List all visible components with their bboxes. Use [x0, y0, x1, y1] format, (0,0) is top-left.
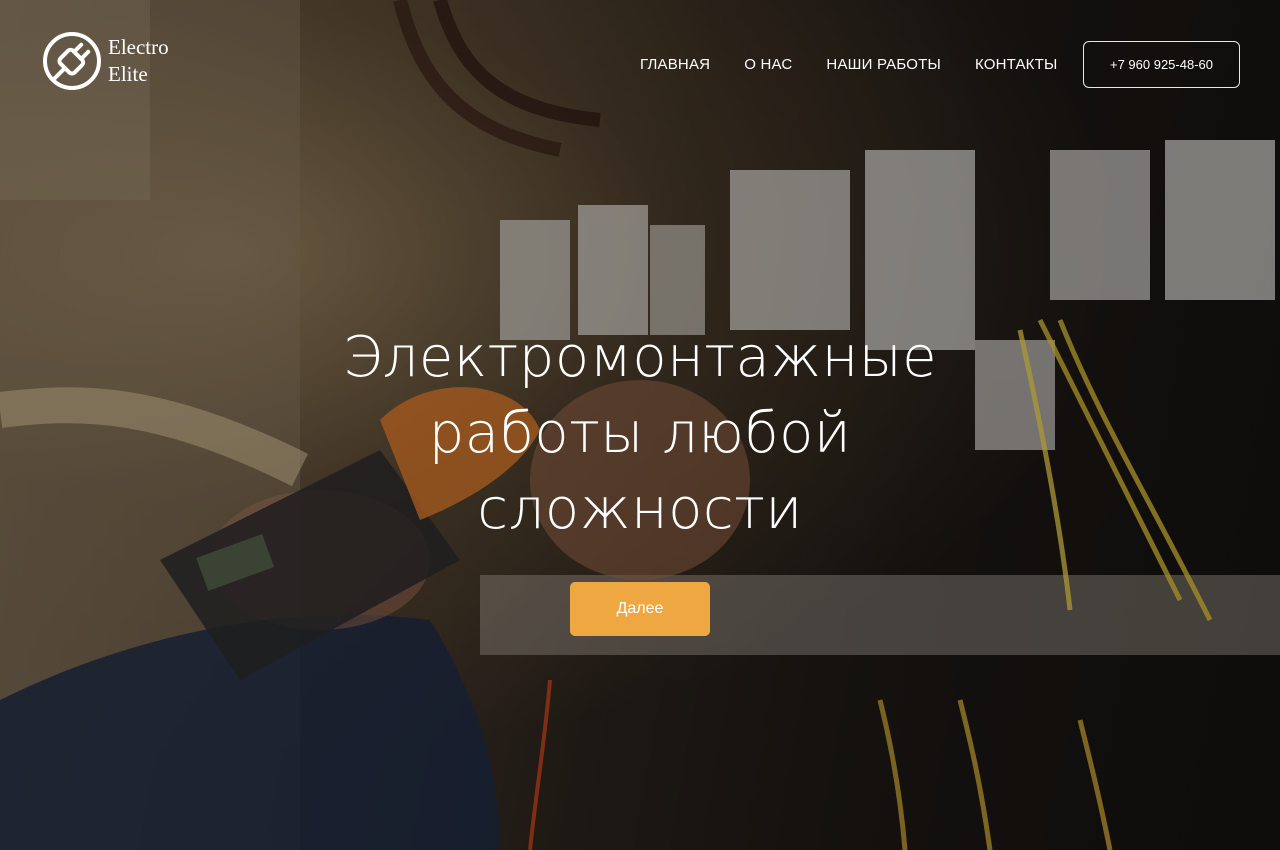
hero-title: Электромонтажные работы любой сложности — [0, 320, 1280, 548]
hero-title-line-3: сложности — [477, 477, 803, 542]
nav-item-works[interactable]: НАШИ РАБОТЫ — [826, 56, 941, 73]
plug-icon — [43, 32, 101, 90]
nav-item-contacts[interactable]: КОНТАКТЫ — [975, 56, 1058, 73]
brand-line-1: Electro — [108, 35, 169, 59]
brand-line-2: Elite — [108, 62, 148, 86]
nav-item-home[interactable]: ГЛАВНАЯ — [640, 56, 710, 73]
next-button[interactable]: Далее — [570, 582, 710, 636]
hero-title-line-2: работы любой — [428, 401, 852, 466]
hero-section: Electro Elite ГЛАВНАЯ О НАС НАШИ РАБОТЫ … — [0, 0, 1280, 850]
hero-title-line-1: Электромонтажные — [342, 325, 938, 390]
brand-logo[interactable]: Electro Elite — [42, 31, 169, 91]
site-header: Electro Elite ГЛАВНАЯ О НАС НАШИ РАБОТЫ … — [0, 0, 1280, 130]
brand-name: Electro Elite — [108, 34, 169, 88]
main-nav: ГЛАВНАЯ О НАС НАШИ РАБОТЫ КОНТАКТЫ — [640, 56, 1057, 73]
nav-item-about[interactable]: О НАС — [744, 56, 792, 73]
phone-button[interactable]: +7 960 925-48-60 — [1083, 41, 1240, 88]
